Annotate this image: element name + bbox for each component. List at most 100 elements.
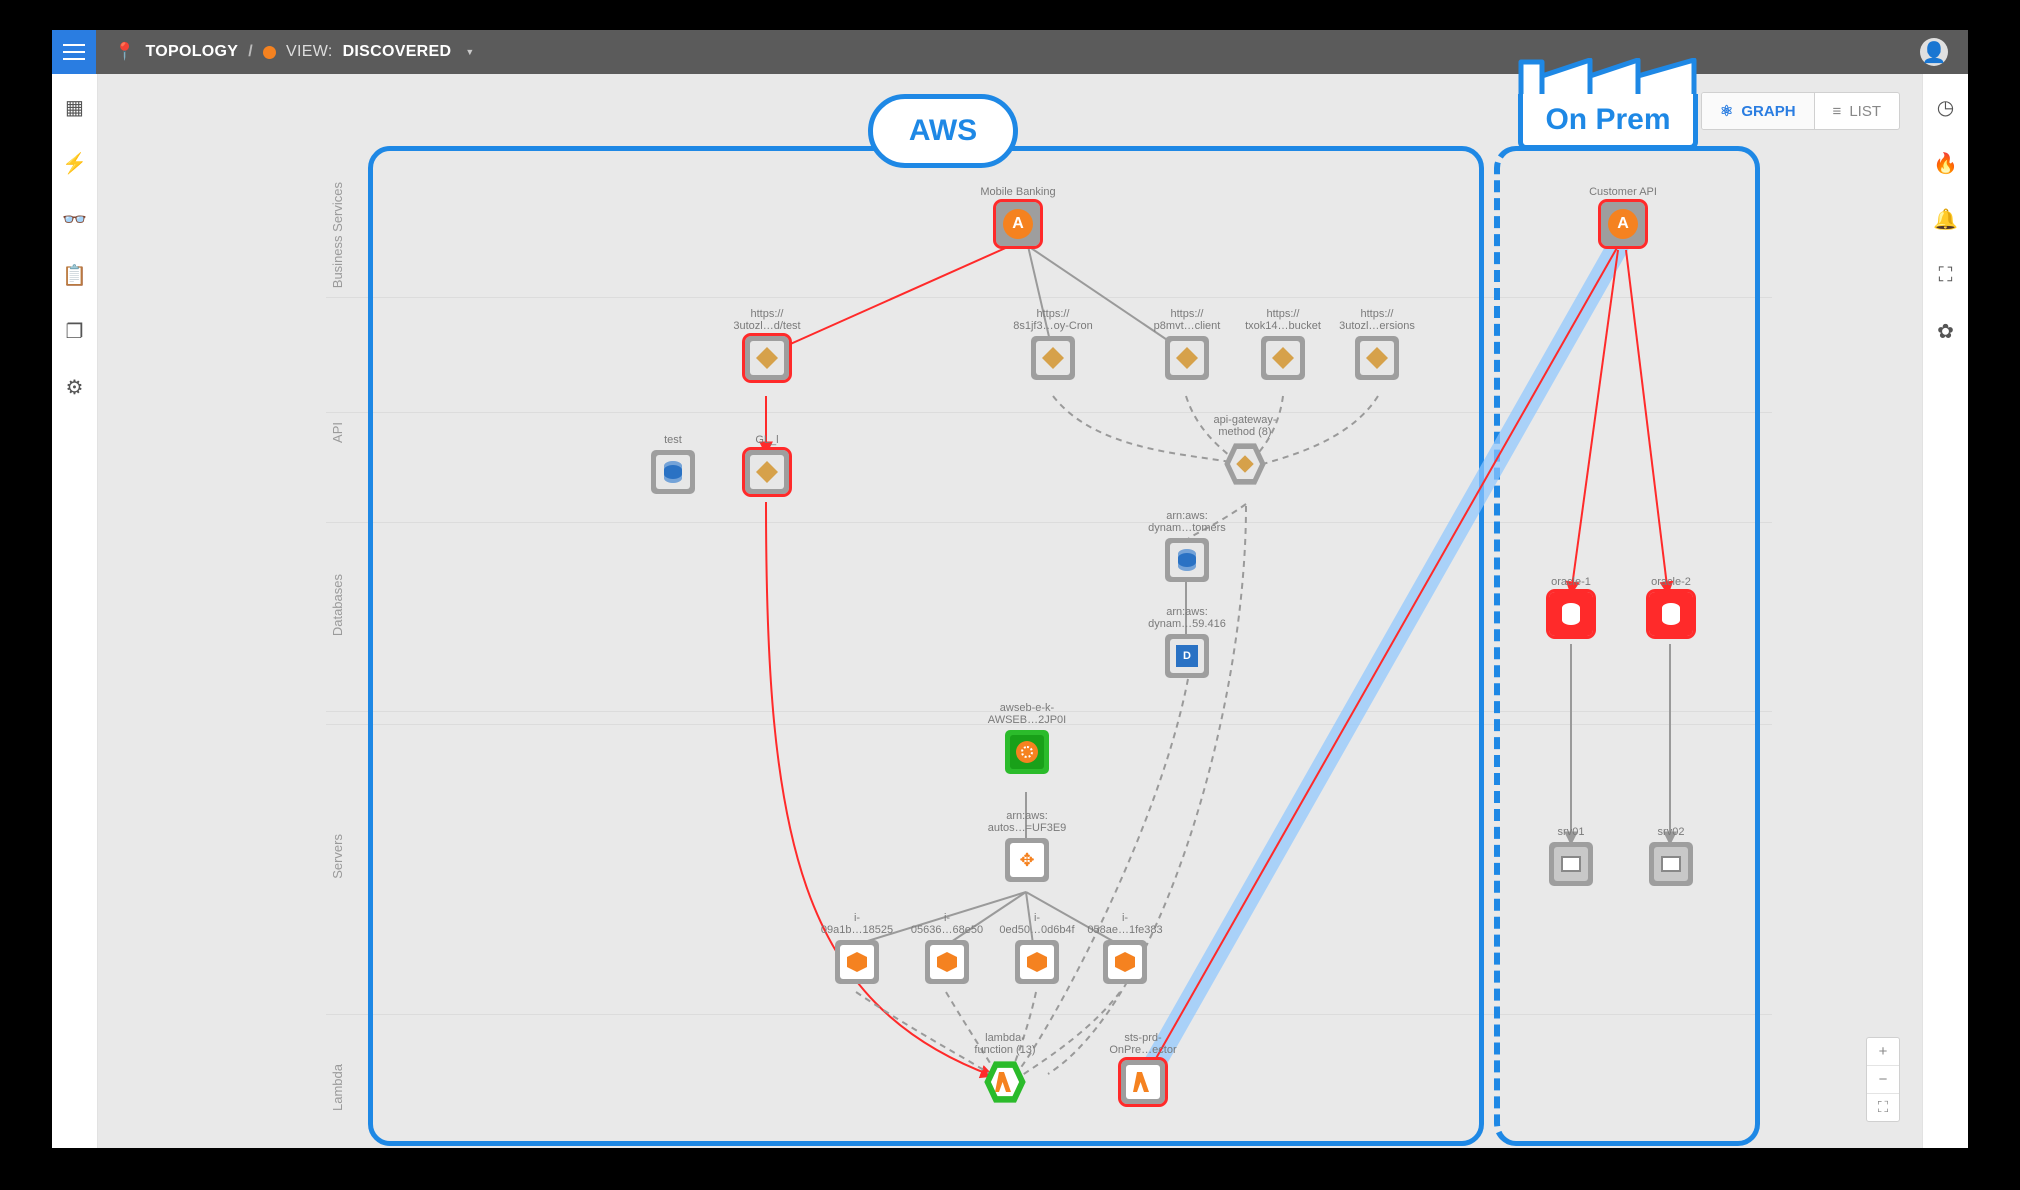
app-icon: A <box>1601 202 1645 246</box>
expand-icon[interactable]: ⛶ <box>1935 264 1957 286</box>
graph-icon: ⚛ <box>1720 102 1733 120</box>
dynamodb-icon: D <box>1165 634 1209 678</box>
node-lambda-connector[interactable]: sts-prd- OnPre…ector <box>1098 1032 1188 1104</box>
zoom-in-button[interactable]: + <box>1867 1038 1899 1065</box>
breadcrumb-topology[interactable]: TOPOLOGY <box>145 43 238 61</box>
node-endpoint-bucket[interactable]: https:// txok14…bucket <box>1238 308 1328 380</box>
list-icon: ≡ <box>1833 103 1842 120</box>
database-icon <box>1649 592 1693 636</box>
node-label: i- 058ae…1fe383 <box>1080 912 1170 936</box>
grid-icon[interactable]: ▦ <box>64 96 86 118</box>
onprem-region-header: On Prem <box>1518 94 1698 150</box>
node-endpoint-test[interactable]: https:// 3utozl…d/test <box>722 308 812 380</box>
node-dynamo-2[interactable]: arn:aws: dynam…59.416 D <box>1142 606 1232 678</box>
left-rail: ▦ ⚡ 👓 📋 ❐ ⚙ <box>52 74 98 1148</box>
hamburger-menu[interactable] <box>52 30 96 74</box>
node-label: Mobile Banking <box>973 174 1063 198</box>
database-icon <box>1165 538 1209 582</box>
view-toggle-graph[interactable]: ⚛GRAPH <box>1702 93 1815 129</box>
factory-icon: On Prem <box>1518 94 1698 150</box>
ec2-icon <box>1015 940 1059 984</box>
elb-icon <box>1005 730 1049 774</box>
aws-region-box <box>368 146 1484 1146</box>
gear-icon[interactable]: ⚙ <box>64 376 86 398</box>
app-icon: A <box>996 202 1040 246</box>
node-customer-api[interactable]: Customer API A <box>1578 174 1668 246</box>
chevron-down-icon[interactable]: ▼ <box>465 47 474 57</box>
view-toggle: ⚛GRAPH ≡ LIST <box>1701 92 1900 130</box>
view-value[interactable]: DISCOVERED <box>343 43 452 61</box>
breadcrumb-separator: / <box>248 43 253 61</box>
node-label: i- 09a1b…18525 <box>812 912 902 936</box>
node-srv02[interactable]: srv02 <box>1626 814 1716 886</box>
zoom-out-button[interactable]: − <box>1867 1065 1899 1093</box>
zoom-controls: + − ⛶ <box>1866 1037 1900 1122</box>
user-avatar-icon[interactable]: 👤 <box>1920 38 1948 66</box>
zoom-fit-button[interactable]: ⛶ <box>1867 1093 1899 1121</box>
onprem-region-box <box>1494 146 1760 1146</box>
database-icon <box>1549 592 1593 636</box>
node-label: sts-prd- OnPre…ector <box>1098 1032 1188 1056</box>
view-status-dot-icon <box>263 46 276 59</box>
band-label-api: API <box>330 422 345 443</box>
node-endpoint-cron[interactable]: https:// 8s1jf3…oy-Cron <box>1008 308 1098 380</box>
node-label: https:// p8mvt…client <box>1142 308 1232 332</box>
node-ec2-b[interactable]: i- 05636…68e50 <box>902 912 992 984</box>
node-label: https:// 3utozl…ersions <box>1332 308 1422 332</box>
bell-icon[interactable]: 🔔 <box>1935 208 1957 230</box>
node-lambda-group[interactable]: lambda- function (13) <box>960 1032 1050 1104</box>
view-toggle-list[interactable]: ≡ LIST <box>1815 93 1899 129</box>
bolt-icon[interactable]: ⚡ <box>64 152 86 174</box>
node-mobile-banking[interactable]: Mobile Banking A <box>973 174 1063 246</box>
node-ec2-d[interactable]: i- 058ae…1fe383 <box>1080 912 1170 984</box>
node-ec2-a[interactable]: i- 09a1b…18525 <box>812 912 902 984</box>
node-oracle-1[interactable]: oracle-1 <box>1526 564 1616 636</box>
node-label: oracle-2 <box>1626 564 1716 588</box>
api-gateway-icon <box>1165 336 1209 380</box>
node-label: oracle-1 <box>1526 564 1616 588</box>
node-label: api-gateway- method (8) <box>1200 414 1290 438</box>
node-label: awseb-e-k- AWSEB…2JP0I <box>982 702 1072 726</box>
node-api-test[interactable]: test <box>628 422 718 494</box>
band-label-lambda: Lambda <box>330 1064 345 1111</box>
ec2-icon <box>835 940 879 984</box>
database-icon <box>651 450 695 494</box>
node-label: https:// txok14…bucket <box>1238 308 1328 332</box>
node-label: srv02 <box>1626 814 1716 838</box>
ec2-icon <box>1103 940 1147 984</box>
node-label: i- 05636…68e50 <box>902 912 992 936</box>
node-label: lambda- function (13) <box>960 1032 1050 1056</box>
api-gateway-icon <box>1261 336 1305 380</box>
right-rail: ◷ 🔥 🔔 ⛶ ✿ <box>1922 74 1968 1148</box>
aws-region-header: AWS <box>868 94 1018 168</box>
puzzle-icon[interactable]: ✿ <box>1935 320 1957 342</box>
view-toggle-list-label: LIST <box>1849 103 1881 120</box>
server-icon <box>1649 842 1693 886</box>
node-label: srv01 <box>1526 814 1616 838</box>
node-api-gl[interactable]: GL_l <box>722 422 812 494</box>
aws-region-label: AWS <box>909 114 977 148</box>
window-icon[interactable]: ❐ <box>64 320 86 342</box>
node-dynamo-1[interactable]: arn:aws: dynam…tomers <box>1142 510 1232 582</box>
band-label-databases: Databases <box>330 574 345 636</box>
node-elb[interactable]: awseb-e-k- AWSEB…2JP0I <box>982 702 1072 774</box>
node-label: test <box>628 422 718 446</box>
node-ec2-c[interactable]: i- 0ed50…0d6b4f <box>992 912 1082 984</box>
node-label: arn:aws: autos…=UF3E9 <box>982 810 1072 834</box>
api-gateway-icon <box>745 336 789 380</box>
breadcrumb: 📍 TOPOLOGY / VIEW: DISCOVERED ▼ <box>114 42 475 62</box>
node-oracle-2[interactable]: oracle-2 <box>1626 564 1716 636</box>
glasses-icon[interactable]: 👓 <box>64 208 86 230</box>
lambda-group-icon <box>983 1060 1027 1104</box>
node-asg[interactable]: arn:aws: autos…=UF3E9 ✥ <box>982 810 1072 882</box>
cloud-icon: AWS <box>868 94 1018 168</box>
node-endpoint-ersions[interactable]: https:// 3utozl…ersions <box>1332 308 1422 380</box>
globe-icon[interactable]: ◷ <box>1935 96 1957 118</box>
node-endpoint-client[interactable]: https:// p8mvt…client <box>1142 308 1232 380</box>
location-pin-icon: 📍 <box>114 42 135 62</box>
flame-icon[interactable]: 🔥 <box>1935 152 1957 174</box>
node-api-gateway-group[interactable]: api-gateway- method (8) <box>1200 414 1290 486</box>
clipboard-icon[interactable]: 📋 <box>64 264 86 286</box>
node-srv01[interactable]: srv01 <box>1526 814 1616 886</box>
topology-canvas[interactable]: ⚛GRAPH ≡LIST + − ⛶ Business Services API… <box>98 74 1922 1148</box>
